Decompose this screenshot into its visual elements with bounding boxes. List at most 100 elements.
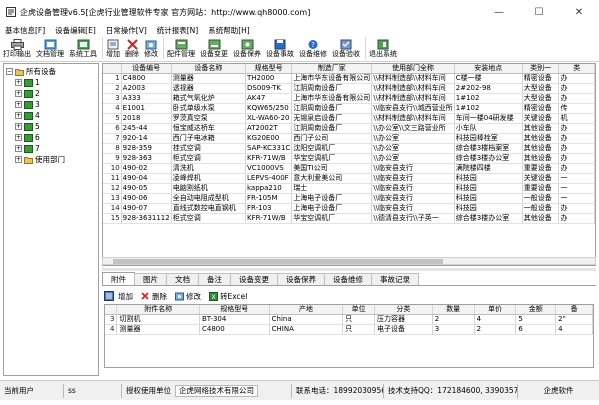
tree-node[interactable]: + 1: [6, 77, 96, 88]
table-row[interactable]: 4 测量器 C4800 CHINA 只电子设备 3 2 6 4: [105, 324, 593, 335]
tab-4[interactable]: 设备变更: [230, 273, 278, 285]
table-cell: 科技园: [454, 173, 523, 184]
column-header[interactable]: 金额: [515, 305, 557, 315]
table-row[interactable]: 1 C4800 测量器 TH2000 上海市华东设备有限公司 \\材料制造部\\材料车间 C…: [103, 73, 595, 84]
column-header[interactable]: 单价: [474, 305, 517, 315]
table-row[interactable]: 6 245-44 恒宝威达桥车 AT2002T 江阴周南设备厂 \\办公室\\文三路营业所…: [103, 123, 595, 134]
table-row[interactable]: 3 切割机 BT-304 China 只压力容器 2 4 5 2": [105, 314, 593, 325]
table-row[interactable]: 2 A2003 透视器 DS009-TK 江阴周南设备厂 \\材料制造部\\材料车间 2#2…: [103, 83, 595, 94]
expand-icon[interactable]: +: [15, 156, 22, 163]
horizontal-scrollbar[interactable]: [102, 257, 596, 265]
menu-help[interactable]: 系统帮助[H]: [208, 25, 250, 36]
document-manage-button[interactable]: 文档管理: [36, 38, 64, 61]
maximize-button[interactable]: ☐: [519, 0, 559, 24]
tree-node[interactable]: + 5: [6, 121, 96, 132]
expand-icon[interactable]: +: [15, 145, 22, 152]
column-header[interactable]: 分类: [374, 305, 433, 315]
column-header[interactable]: 备: [555, 305, 593, 315]
device-repair-button[interactable]: ? 设备维修: [299, 38, 327, 61]
tree-node[interactable]: + 使用部门: [6, 154, 96, 165]
column-header[interactable]: 数量: [432, 305, 475, 315]
table-row[interactable]: 8 928-359 挂式空调 SAP-KC331C 沈阳空调机厂 \\办公室 综合楼3楼档案…: [103, 143, 595, 154]
table-row[interactable]: 5 2018 罗茨真空泵 XL-WA60-20 无锡泉启设备厂 \\材料制造部\\材料车间…: [103, 113, 595, 124]
column-header[interactable]: 规格型号: [199, 305, 270, 315]
minimize-button[interactable]: —: [479, 0, 519, 24]
exit-system-button[interactable]: 退出系统: [369, 38, 397, 61]
edit-button[interactable]: 修改: [144, 38, 158, 61]
tab-1[interactable]: 图片: [134, 273, 167, 285]
table-row[interactable]: 4 E1001 卧式单级水泵 KQW65/250 江阴周南设备厂 \\临安县支行\\城西营…: [103, 103, 595, 114]
column-header[interactable]: 类别一: [522, 64, 560, 74]
column-header[interactable]: 设备名称: [171, 64, 247, 74]
column-header[interactable]: 类: [558, 64, 595, 74]
column-header[interactable]: 安装地点: [454, 64, 523, 74]
system-tools-button[interactable]: 系统工具: [69, 38, 97, 61]
category-tree[interactable]: − 所有设备 + 1 + 2 + 3 + 4 + 5 + 6 + 7 + 使用部…: [3, 63, 99, 376]
tab-0[interactable]: 附件: [102, 272, 135, 285]
column-header[interactable]: 产地: [269, 305, 344, 315]
menu-device-edit[interactable]: 设备编辑[E]: [55, 25, 96, 36]
table-cell: C楼一楼: [454, 73, 523, 84]
device-grid[interactable]: 设备编号 设备名称 规格型号 制造厂家 使用部门全称 安装地点 类别一类 1 C4800 测量器…: [102, 63, 596, 266]
device-accident-button[interactable]: 设备事故: [266, 38, 294, 61]
column-header[interactable]: 附件名称: [116, 305, 200, 315]
menu-daily-ops[interactable]: 日常操作[V]: [106, 25, 147, 36]
menu-basic-info[interactable]: 基本信息[F]: [5, 25, 45, 36]
tab-5[interactable]: 设备保养: [277, 273, 325, 285]
tree-node[interactable]: + 3: [6, 99, 96, 110]
column-header[interactable]: [105, 305, 118, 315]
device-change-button[interactable]: 设备变更: [200, 38, 228, 61]
expand-icon[interactable]: +: [15, 112, 22, 119]
column-header[interactable]: 规格型号: [245, 64, 293, 74]
collapse-icon[interactable]: −: [6, 68, 13, 75]
table-row[interactable]: 15 928-3631112 柜式空调 KFR-71W/B 华宝空调机厂 \\德清县支行\…: [103, 213, 595, 224]
tree-node[interactable]: + 2: [6, 88, 96, 99]
tree-node[interactable]: + 4: [6, 110, 96, 121]
device-maintain-button[interactable]: 设备保养: [233, 38, 261, 61]
print-output-button[interactable]: 打印输出: [3, 38, 31, 61]
tab-6[interactable]: 设备维修: [324, 273, 372, 285]
column-header[interactable]: [103, 64, 122, 74]
export-excel-button[interactable]: X 转Excel: [208, 291, 247, 302]
column-header[interactable]: 设备编号: [121, 64, 172, 74]
menu-reports[interactable]: 统计报表[N]: [157, 25, 198, 36]
table-cell: XL-WA60-20: [245, 113, 293, 124]
expand-icon[interactable]: +: [15, 79, 22, 86]
tree-node[interactable]: + 7: [6, 143, 96, 154]
close-button[interactable]: ✕: [559, 0, 599, 24]
expand-icon[interactable]: +: [15, 123, 22, 130]
panel-splitter[interactable]: [102, 268, 596, 271]
table-row[interactable]: 13 490-06 全自动电阻成型机 FR-105M 上海电子设备厂 \\临安县支行 科技园…: [103, 193, 595, 204]
table-row[interactable]: 9 928-363 柜式空调 KFR-71W/B 华宝空调机厂 \\办公室 综合楼3楼办公室…: [103, 153, 595, 164]
table-row[interactable]: 14 490-07 直线式数控电直钢机 FR-103 上海电子设备厂 \\临安县支行 科技园…: [103, 203, 595, 214]
delete-button[interactable]: 删除: [125, 38, 139, 61]
attachment-grid[interactable]: 附件名称 规格型号 产地 单位 分类 数量 单价 金额备 3 切割机 BT-304 China 只压力…: [104, 304, 594, 368]
expand-icon[interactable]: +: [15, 134, 22, 141]
tab-7[interactable]: 事故记录: [371, 273, 419, 285]
scrollbar-thumb[interactable]: [113, 259, 443, 264]
table-cell: 只: [342, 314, 376, 325]
detail-add-button[interactable]: 增加: [118, 291, 133, 302]
expand-icon[interactable]: +: [15, 101, 22, 108]
column-header[interactable]: 制造厂家: [291, 64, 373, 74]
tree-node[interactable]: + 6: [6, 132, 96, 143]
excel-icon: X: [208, 291, 218, 301]
device-maintain-label: 设备保养: [233, 50, 261, 58]
column-header[interactable]: 单位: [342, 305, 376, 315]
table-row[interactable]: 7 920-14 西门子电冰箱 KG20E00 西门子公司 \\办公室 科技园棒栓室 其他设备…: [103, 133, 595, 144]
add-button[interactable]: 增加: [106, 38, 120, 61]
table-row[interactable]: 12 490-05 电脑割纸机 kappa210 瑞士 \\临安县支行 科技园 重要设备一: [103, 183, 595, 194]
detail-delete-button[interactable]: 删除: [140, 291, 167, 302]
table-row[interactable]: 3 A333 箱式气氧化炉 AK47 上海市华东设备有限公司 \\材料制造部\\材料车间 1…: [103, 93, 595, 104]
column-header[interactable]: 使用部门全称: [371, 64, 455, 74]
tree-root[interactable]: − 所有设备: [6, 66, 96, 77]
table-row[interactable]: 10 490-02 清洗机 VC1000VS 美国TI公司 \\临安县支行 满院楼四楼 重要设…: [103, 163, 595, 174]
tab-3[interactable]: 备注: [198, 273, 231, 285]
expand-icon[interactable]: +: [15, 90, 22, 97]
device-check-button[interactable]: 设备验收: [332, 38, 360, 61]
detail-edit-button[interactable]: 修改: [174, 291, 201, 302]
tab-2[interactable]: 文档: [166, 273, 199, 285]
table-row[interactable]: 11 490-04 凌峰焊机 LEPVS-400F 意大利爱美公司 \\临安县支行 科技园关…: [103, 173, 595, 184]
table-cell: kappa210: [245, 183, 293, 194]
parts-manage-button[interactable]: 配件管理: [167, 38, 195, 61]
